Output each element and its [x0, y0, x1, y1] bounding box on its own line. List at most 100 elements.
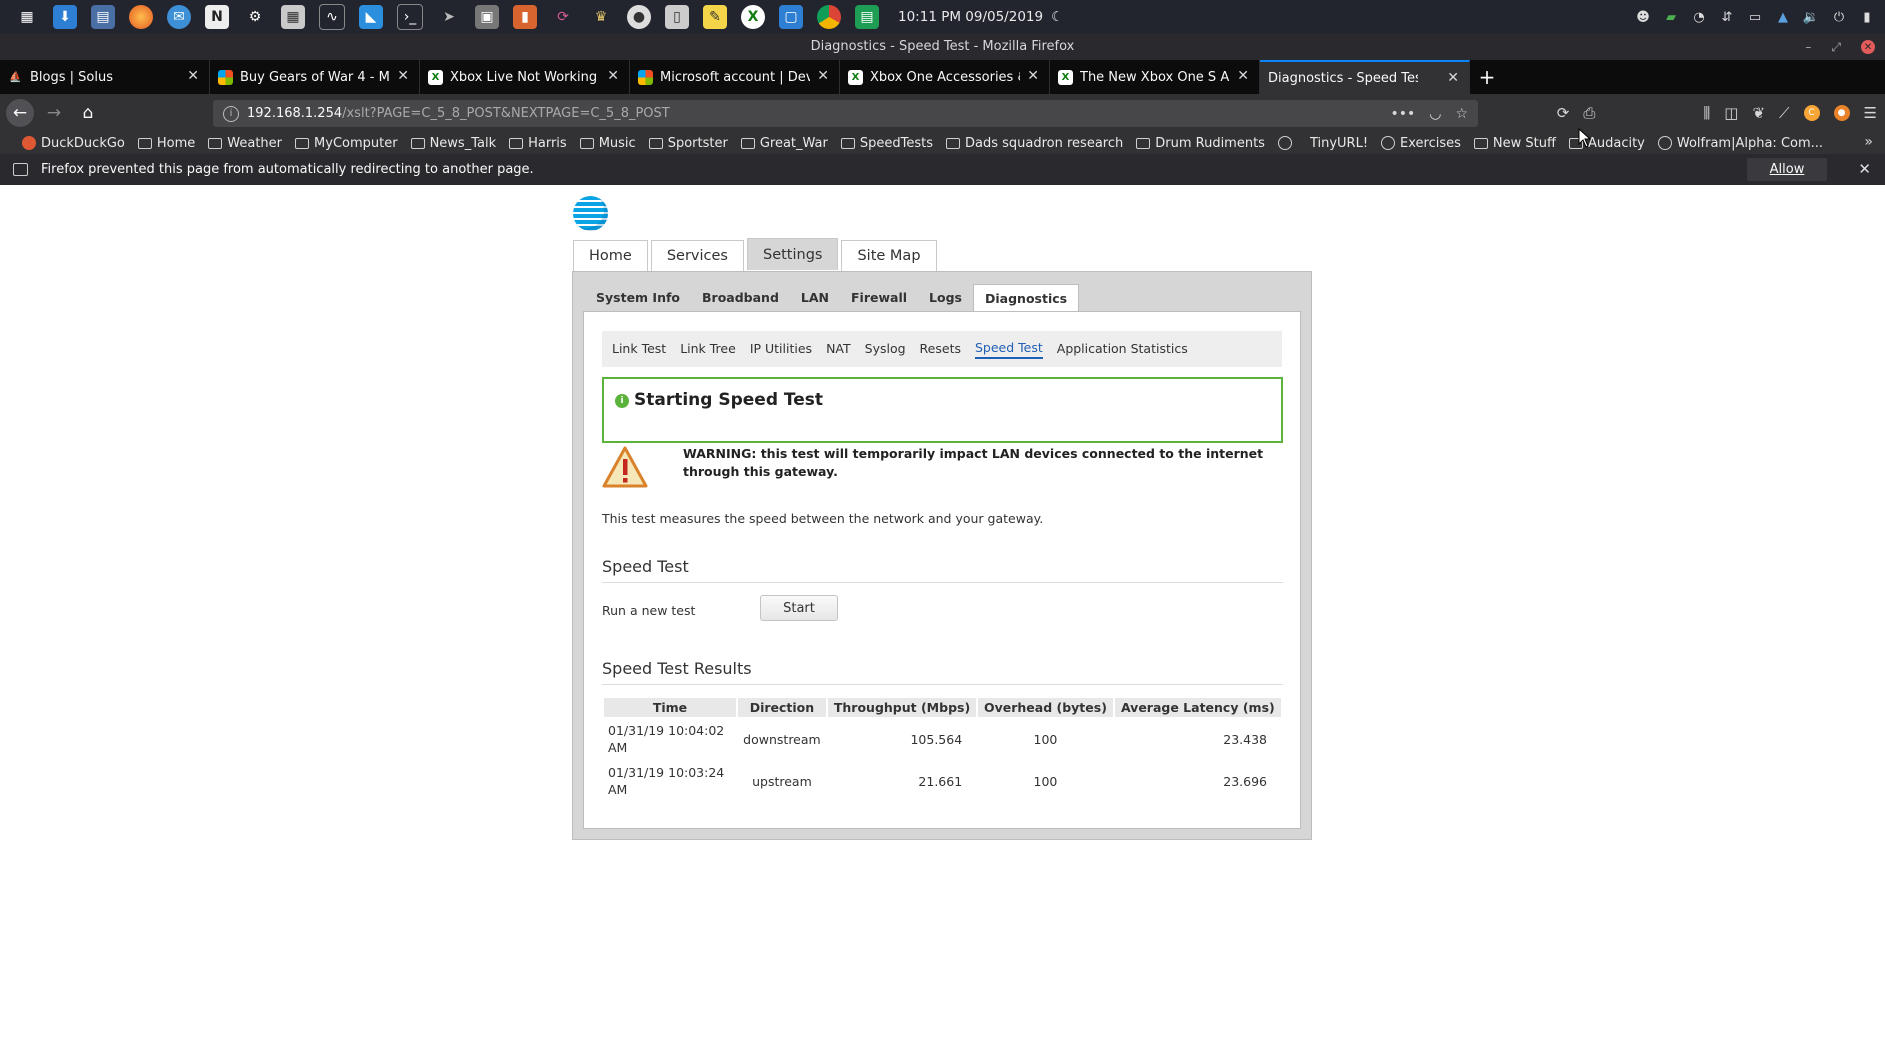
disk-icon[interactable]: ● — [627, 5, 651, 29]
bookmark-item[interactable]: SpeedTests — [840, 136, 933, 151]
diag-link-application-statistics[interactable]: Application Statistics — [1057, 341, 1188, 358]
tab-settings[interactable]: Settings — [746, 238, 839, 270]
close-tab-icon[interactable]: ✕ — [817, 68, 829, 84]
browser-tab[interactable]: X Xbox One Accessories & Co ✕ — [840, 60, 1050, 94]
vscode-icon[interactable]: ◣ — [359, 5, 383, 29]
minimize-icon[interactable]: – — [1805, 40, 1811, 54]
tab-site-map[interactable]: Site Map — [841, 240, 937, 271]
notes-icon[interactable]: ✎ — [703, 5, 727, 29]
sidebar-icon[interactable]: ◫ — [1724, 104, 1738, 122]
spreadsheet-icon[interactable]: ▤ — [855, 5, 879, 29]
home-button[interactable]: ⌂ — [74, 99, 102, 127]
bookmark-item[interactable]: Exercises — [1381, 136, 1461, 151]
maximize-icon[interactable]: ⤢ — [1831, 40, 1841, 55]
bookmark-item[interactable]: Music — [579, 136, 636, 151]
eyedropper-icon[interactable]: ⟋ — [1779, 104, 1790, 122]
tab-home[interactable]: Home — [573, 240, 648, 271]
night-mode-icon[interactable]: ☾ — [1051, 9, 1063, 25]
volume-icon[interactable]: 🔉 — [1803, 9, 1819, 25]
terminal-icon[interactable]: ›_ — [397, 4, 423, 30]
firefox-icon[interactable] — [129, 5, 153, 29]
notification-icon[interactable]: ▲ — [1775, 9, 1791, 25]
browser-tab-active[interactable]: Diagnostics - Speed Test ✕ — [1260, 60, 1470, 94]
bookmark-item[interactable]: Weather — [208, 136, 282, 151]
diag-link-speed-test[interactable]: Speed Test — [974, 340, 1043, 359]
tray-battery-icon[interactable]: ▮ — [1859, 9, 1875, 25]
close-tab-icon[interactable]: ✕ — [1237, 68, 1249, 84]
close-tab-icon[interactable]: ✕ — [1027, 68, 1039, 84]
diag-link-link-test[interactable]: Link Test — [612, 341, 666, 358]
new-tab-button[interactable]: + — [1470, 60, 1504, 94]
att-logo[interactable] — [573, 196, 608, 231]
bookmark-star-icon[interactable]: ☆ — [1455, 106, 1468, 122]
taskbar-clock[interactable]: 10:11 PM 09/05/2019 ☾ — [898, 9, 1063, 25]
forward-button[interactable]: → — [40, 99, 68, 127]
site-info-icon[interactable]: i — [223, 105, 239, 122]
close-tab-icon[interactable]: ✕ — [397, 68, 409, 84]
chat-icon[interactable]: ▢ — [779, 5, 803, 29]
browser-tab[interactable]: X Xbox Live Not Working | Fi ✕ — [420, 60, 630, 94]
start-button[interactable]: Start — [760, 595, 838, 621]
bookmark-item[interactable]: Sportster — [648, 136, 728, 151]
diag-link-link-tree[interactable]: Link Tree — [680, 341, 736, 358]
bookmark-item[interactable]: Drum Rudiments — [1136, 136, 1265, 151]
diag-link-ip-utilities[interactable]: IP Utilities — [750, 341, 812, 358]
chrome-icon[interactable] — [817, 5, 841, 29]
bookmarks-overflow-icon[interactable]: » — [1864, 134, 1873, 150]
system-monitor-icon[interactable]: ∿ — [319, 4, 345, 30]
network-icon[interactable]: ⇵ — [1719, 9, 1735, 25]
calculator-icon[interactable]: ▦ — [281, 5, 305, 29]
browser-tab[interactable]: Buy Gears of War 4 - Micro ✕ — [210, 60, 420, 94]
browser-tab[interactable]: Microsoft account | Devices ✕ — [630, 60, 840, 94]
subtab-broadband[interactable]: Broadband — [691, 284, 790, 311]
bookmark-item[interactable]: News_Talk — [410, 136, 496, 151]
back-button[interactable]: ← — [6, 99, 34, 127]
diag-link-syslog[interactable]: Syslog — [865, 341, 906, 358]
diag-link-resets[interactable]: Resets — [920, 341, 961, 358]
diag-link-nat[interactable]: NAT — [826, 341, 851, 358]
telegram-icon[interactable]: ➤ — [437, 5, 461, 29]
browser-tab[interactable]: ⛵ Blogs | Solus ✕ — [0, 60, 210, 94]
tab-services[interactable]: Services — [650, 240, 744, 271]
bookmark-item[interactable]: TinyURL! — [1310, 136, 1368, 151]
power-icon[interactable]: ⏻ — [1831, 9, 1847, 25]
library-icon[interactable]: ⫼ — [1703, 104, 1710, 122]
battery-icon[interactable]: ▭ — [1747, 9, 1763, 25]
books-icon[interactable]: ▮ — [513, 5, 537, 29]
pocket-icon[interactable]: ◡ — [1429, 106, 1441, 122]
xbox-icon[interactable]: X — [741, 5, 765, 29]
close-tab-icon[interactable]: ✕ — [607, 68, 619, 84]
close-notification-icon[interactable]: ✕ — [1858, 160, 1871, 178]
subtab-firewall[interactable]: Firewall — [840, 284, 918, 311]
bookmark-item[interactable]: DuckDuckGo — [22, 136, 125, 151]
allow-button[interactable]: Allow — [1747, 158, 1827, 181]
screenshot-icon[interactable]: ▣ — [475, 5, 499, 29]
print-icon[interactable]: ⎙ — [1583, 104, 1595, 122]
bookmark-item[interactable]: New Stuff — [1473, 136, 1556, 151]
clock-alert-icon[interactable]: ◔ — [1691, 9, 1707, 25]
bookmark-item[interactable]: MyComputer — [295, 136, 398, 151]
apps-grid-icon[interactable]: ▦ — [15, 5, 39, 29]
subtab-system-info[interactable]: System Info — [585, 284, 691, 311]
bookmark-item[interactable]: Wolfram|Alpha: Com... — [1657, 136, 1823, 151]
url-bar[interactable]: i 192.168.1.254/xslt?PAGE=C_5_8_POST&NEX… — [213, 100, 1478, 127]
close-tab-icon[interactable]: ✕ — [1447, 70, 1459, 86]
bookmark-item[interactable]: Great_War — [740, 136, 828, 151]
git-icon[interactable]: ⟳ — [551, 5, 575, 29]
subtab-diagnostics[interactable]: Diagnostics — [973, 284, 1080, 312]
subtab-logs[interactable]: Logs — [918, 284, 973, 311]
files-icon[interactable]: ▤ — [91, 5, 115, 29]
bookmark-item[interactable]: Home — [137, 136, 195, 151]
download-icon[interactable]: ⬇ — [53, 5, 77, 29]
browser-tab[interactable]: X The New Xbox One S All-D ✕ — [1050, 60, 1260, 94]
trophy-icon[interactable]: ♛ — [589, 5, 613, 29]
bookmark-item[interactable] — [1277, 136, 1297, 150]
close-window-icon[interactable]: ✕ — [1861, 40, 1875, 54]
subtab-lan[interactable]: LAN — [790, 284, 840, 311]
tray-app-icon[interactable]: ▰ — [1663, 9, 1679, 25]
extension-icon[interactable]: ❦ — [1752, 104, 1765, 122]
close-tab-icon[interactable]: ✕ — [187, 68, 199, 84]
cookie-extension-icon[interactable]: C — [1803, 105, 1820, 121]
account-icon[interactable]: ● — [1833, 105, 1850, 121]
notion-icon[interactable]: N — [205, 5, 229, 29]
